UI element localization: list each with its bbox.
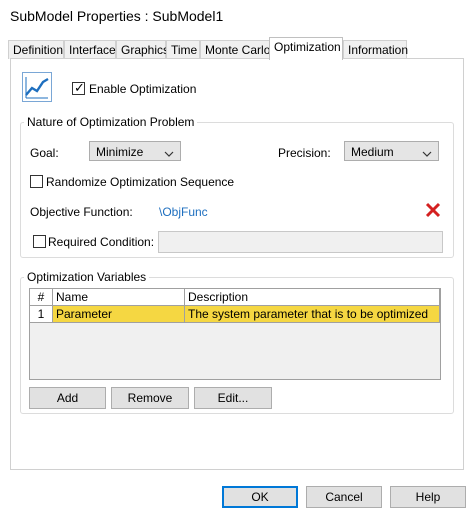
required-condition-label: Required Condition: [48,235,155,249]
window-title: SubModel Properties : SubModel1 [10,8,224,24]
tab-label: Graphics [121,43,170,57]
column-header-number[interactable]: # [30,289,53,306]
goal-label: Goal: [30,146,59,160]
precision-label: Precision: [278,146,331,160]
title-bar: SubModel Properties : SubModel1 [0,0,474,32]
tab-label: Time [171,43,198,57]
cancel-button[interactable]: Cancel [306,486,382,508]
nature-group-label: Nature of Optimization Problem [24,115,198,129]
tab-label: Optimization [274,40,341,54]
table-cell-name[interactable]: Parameter [53,306,185,323]
table-cell-description[interactable]: The system parameter that is to be optim… [185,306,440,323]
chart-line-up-icon [22,72,52,102]
goal-select[interactable]: Minimize [89,141,181,161]
required-condition-checkbox[interactable] [33,235,46,248]
help-button[interactable]: Help [390,486,466,508]
tab-optimization[interactable]: Optimization [269,37,343,60]
variables-group-label: Optimization Variables [24,270,150,284]
tab-label: Information [348,43,409,57]
enable-optimization-label: Enable Optimization [89,82,197,96]
remove-variable-button[interactable]: Remove [111,387,189,409]
ok-button[interactable]: OK [222,486,298,508]
precision-value: Medium [351,145,394,159]
objective-function-label: Objective Function: [30,205,133,219]
randomize-label: Randomize Optimization Sequence [46,175,235,189]
checkmark-icon: ✓ [74,80,85,95]
required-condition-field[interactable] [158,231,443,253]
tab-monte-carlo[interactable]: Monte Carlo [200,40,270,59]
tab-label: Interface [69,43,116,57]
chevron-down-icon [422,147,432,161]
objective-function-link[interactable]: \ObjFunc [159,205,208,219]
tab-definition[interactable]: Definition [8,40,64,59]
edit-variable-button[interactable]: Edit... [194,387,272,409]
close-x-icon[interactable] [425,202,441,218]
tab-information[interactable]: Information [343,40,409,59]
enable-optimization-checkbox[interactable]: ✓ [72,80,85,95]
chevron-down-icon [164,147,174,161]
variables-table: # Name Description 1 Parameter The syste… [29,288,441,380]
table-row-number[interactable]: 1 [30,306,53,323]
tab-graphics[interactable]: Graphics [116,40,170,59]
goal-value: Minimize [96,145,144,159]
precision-select[interactable]: Medium [344,141,439,161]
column-header-name[interactable]: Name [53,289,185,306]
tab-label: Definition [13,43,64,57]
tab-time[interactable]: Time [166,40,200,59]
add-variable-button[interactable]: Add [29,387,106,409]
randomize-checkbox[interactable] [30,175,43,188]
column-header-description[interactable]: Description [185,289,440,306]
tab-interface[interactable]: Interface [64,40,116,59]
tab-label: Monte Carlo [205,43,271,57]
